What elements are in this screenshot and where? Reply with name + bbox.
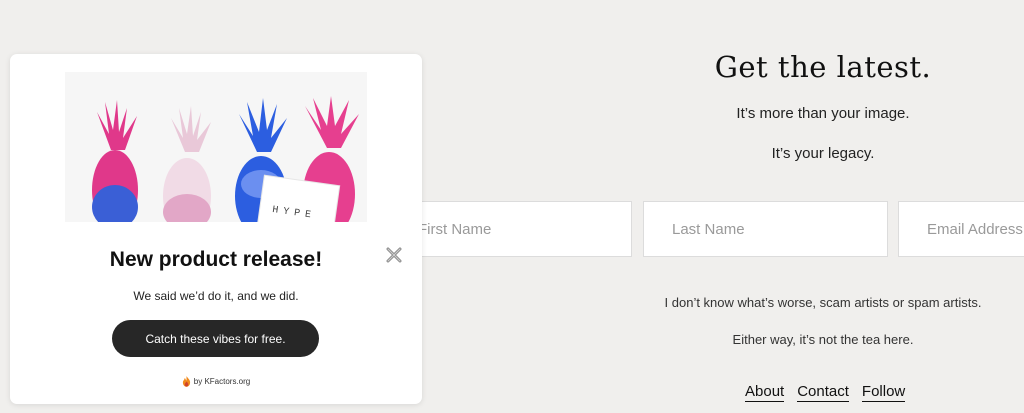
- newsletter-title: Get the latest.: [714, 50, 932, 84]
- popup-subtitle: We said we’d do it, and we did.: [133, 289, 299, 303]
- promo-popup: HYPE New product release! We said we’d d…: [10, 54, 422, 404]
- last-name-field[interactable]: Last Name: [643, 201, 888, 257]
- newsletter-tagline-2: It’s your legacy.: [771, 145, 875, 162]
- newsletter-tagline-1: It’s more than your image.: [736, 105, 910, 122]
- email-field[interactable]: Email Address: [898, 201, 1024, 257]
- footer-links: About Contact Follow: [745, 383, 906, 402]
- first-name-field[interactable]: First Name: [395, 201, 632, 257]
- follow-link[interactable]: Follow: [861, 383, 906, 402]
- credit-text: by KFactors.org: [193, 377, 251, 386]
- popup-title: New product release!: [109, 248, 323, 271]
- spam-note: I don’t know what’s worse, scam artists …: [664, 295, 982, 310]
- pineapples-image: HYPE: [65, 72, 367, 222]
- kfactors-credit[interactable]: by KFactors.org: [10, 376, 422, 387]
- about-link[interactable]: About: [745, 383, 785, 402]
- tea-note: Either way, it’s not the tea here.: [732, 332, 914, 347]
- flame-icon: [182, 376, 190, 387]
- contact-link[interactable]: Contact: [797, 383, 849, 402]
- catch-vibes-button[interactable]: Catch these vibes for free.: [112, 320, 319, 357]
